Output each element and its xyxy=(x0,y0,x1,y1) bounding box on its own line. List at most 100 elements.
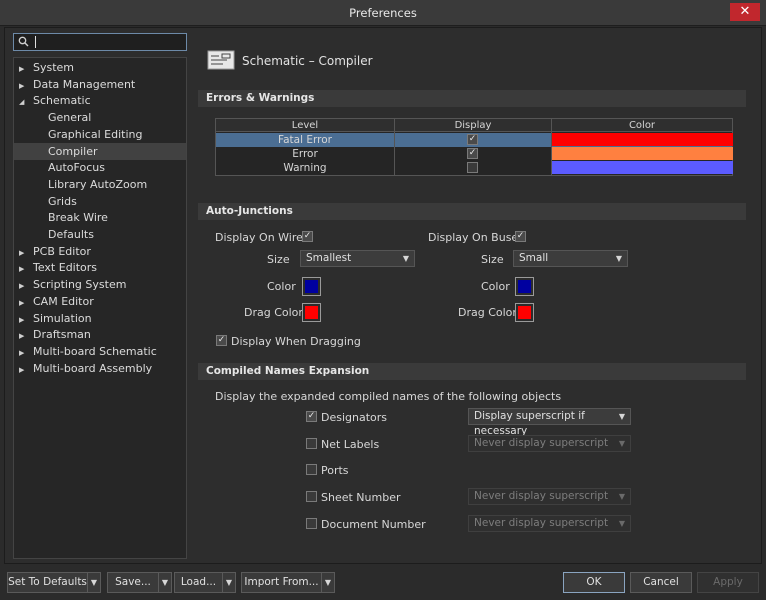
tree-item-label: Multi-board Schematic xyxy=(33,344,157,358)
set-to-defaults-dropdown[interactable]: ▼ xyxy=(87,572,101,593)
page-title: Schematic – Compiler xyxy=(242,54,373,68)
tree-item[interactable]: ◢ Schematic xyxy=(14,92,186,109)
superscript-select[interactable]: Display superscript if necessary ▼ xyxy=(468,408,631,437)
set-to-defaults-button[interactable]: Set To Defaults xyxy=(7,572,88,593)
table-row[interactable]: Error ✓ xyxy=(216,147,733,161)
tree-item[interactable]: ▶ PCB Editor xyxy=(14,243,186,260)
load-dropdown[interactable]: ▼ xyxy=(222,572,236,593)
wires-color-label: Color xyxy=(267,280,296,293)
tree-item[interactable]: Graphical Editing xyxy=(14,126,186,143)
column-header-display[interactable]: Display xyxy=(394,119,552,132)
color-swatch[interactable] xyxy=(552,161,733,174)
superscript-select[interactable]: Never display superscript ▼ xyxy=(468,488,631,506)
tree-item[interactable]: Break Wire xyxy=(14,209,186,226)
display-when-dragging-label: Display When Dragging xyxy=(231,335,361,348)
table-row[interactable]: Warning xyxy=(216,161,733,175)
buses-color-picker[interactable] xyxy=(515,277,534,296)
compiled-name-checkbox[interactable] xyxy=(306,491,317,503)
display-checkbox[interactable]: ✓ xyxy=(467,134,478,145)
import-from-button[interactable]: Import From... xyxy=(241,572,322,593)
load-button[interactable]: Load... xyxy=(174,572,223,593)
table-header: Level Display Color xyxy=(216,119,732,132)
display-checkbox[interactable]: ✓ xyxy=(467,148,478,159)
color-swatch[interactable] xyxy=(552,133,733,146)
buses-size-value: Small xyxy=(519,252,549,264)
expand-arrow-icon[interactable]: ▶ xyxy=(19,362,33,379)
tree-item-label: General xyxy=(48,111,92,125)
tree-item[interactable]: ▶ Multi-board Assembly xyxy=(14,360,186,377)
tree-item[interactable]: ▶ Data Management xyxy=(14,76,186,93)
save-button[interactable]: Save... xyxy=(107,572,159,593)
display-when-dragging-checkbox[interactable]: ✓ xyxy=(216,335,227,346)
compiled-names-description: Display the expanded compiled names of t… xyxy=(215,390,562,403)
tree-item[interactable]: Grids xyxy=(14,193,186,210)
chevron-down-icon: ▼ xyxy=(402,254,409,263)
tree-item[interactable]: General xyxy=(14,109,186,126)
tree-item-label: Scripting System xyxy=(33,278,127,292)
tree-item-label: Draftsman xyxy=(33,328,91,342)
close-icon[interactable]: ✕ xyxy=(730,3,760,21)
display-checkbox[interactable] xyxy=(467,162,478,173)
compiled-name-checkbox[interactable] xyxy=(306,464,317,476)
search-input[interactable] xyxy=(13,33,187,51)
compiled-name-checkbox[interactable] xyxy=(306,517,317,529)
level-cell: Error xyxy=(292,148,318,160)
tree-item-label: Compiler xyxy=(48,144,98,158)
errors-warnings-header: Errors & Warnings xyxy=(198,90,746,107)
apply-button[interactable]: Apply xyxy=(697,572,759,593)
save-dropdown[interactable]: ▼ xyxy=(158,572,172,593)
cancel-button[interactable]: Cancel xyxy=(630,572,692,593)
tree-item-label: Schematic xyxy=(33,94,91,108)
display-on-buses-checkbox[interactable]: ✓ xyxy=(515,231,526,242)
column-header-level[interactable]: Level xyxy=(216,119,394,132)
column-header-color[interactable]: Color xyxy=(552,119,732,132)
tree-item[interactable]: ▶ Text Editors xyxy=(14,259,186,276)
auto-junctions-header: Auto-Junctions xyxy=(198,203,746,220)
tree-item-label: Multi-board Assembly xyxy=(33,361,153,375)
wires-size-select[interactable]: Smallest ▼ xyxy=(300,250,415,267)
tree-item[interactable]: Library AutoZoom xyxy=(14,176,186,193)
buses-size-label: Size xyxy=(481,253,504,266)
chevron-down-icon: ▼ xyxy=(618,438,625,448)
ok-button[interactable]: OK xyxy=(563,572,625,593)
tree-item[interactable]: AutoFocus xyxy=(14,159,186,176)
tree-item[interactable]: ▶ System xyxy=(14,59,186,76)
wires-color-picker[interactable] xyxy=(302,277,321,296)
tree-item[interactable]: ▶ Simulation xyxy=(14,310,186,327)
display-on-wires-checkbox[interactable]: ✓ xyxy=(302,231,313,242)
buses-size-select[interactable]: Small ▼ xyxy=(513,250,628,267)
tree-item[interactable]: ▶ Draftsman xyxy=(14,326,186,343)
tree-item[interactable]: ▶ Multi-board Schematic xyxy=(14,343,186,360)
tree-item-label: AutoFocus xyxy=(48,161,105,175)
tree-item-label: Break Wire xyxy=(48,211,108,225)
tree-item-label: Data Management xyxy=(33,77,136,91)
superscript-select[interactable]: Never display superscript ▼ xyxy=(468,434,631,452)
tree-item[interactable]: Compiler xyxy=(14,142,186,160)
superscript-value: Display superscript if necessary xyxy=(474,410,585,437)
buses-drag-color-label: Drag Color xyxy=(458,306,517,319)
wires-drag-color-picker[interactable] xyxy=(302,303,321,322)
wires-size-value: Smallest xyxy=(306,252,352,264)
superscript-value: Never display superscript xyxy=(474,490,609,503)
chevron-down-icon: ▼ xyxy=(618,518,625,528)
compiled-names-header: Compiled Names Expansion xyxy=(198,363,746,380)
errors-warnings-table[interactable]: Level Display Color Fatal Error ✓ Error ✓ Wa… xyxy=(215,118,733,176)
compiled-name-label: Ports xyxy=(321,464,349,478)
buses-drag-color-picker[interactable] xyxy=(515,303,534,322)
superscript-value: Never display superscript xyxy=(474,436,609,449)
import-from-dropdown[interactable]: ▼ xyxy=(321,572,335,593)
color-swatch xyxy=(305,280,318,293)
compiled-name-checkbox[interactable]: ✓ xyxy=(306,411,317,422)
compiled-name-label: Sheet Number xyxy=(321,491,401,505)
color-swatch[interactable] xyxy=(552,147,733,160)
schematic-page-icon xyxy=(207,50,235,70)
table-row[interactable]: Fatal Error ✓ xyxy=(216,133,733,147)
preferences-tree[interactable]: ▶ System ▶ Data Management ◢ Schematic General… xyxy=(13,57,187,559)
text-caret xyxy=(35,36,36,48)
compiled-name-checkbox[interactable] xyxy=(306,437,317,449)
tree-item[interactable]: ▶ Scripting System xyxy=(14,276,186,293)
tree-item[interactable]: Defaults xyxy=(14,226,186,243)
superscript-select[interactable]: Never display superscript ▼ xyxy=(468,514,631,532)
tree-item[interactable]: ▶ CAM Editor xyxy=(14,293,186,310)
tree-item-label: Defaults xyxy=(48,228,94,241)
